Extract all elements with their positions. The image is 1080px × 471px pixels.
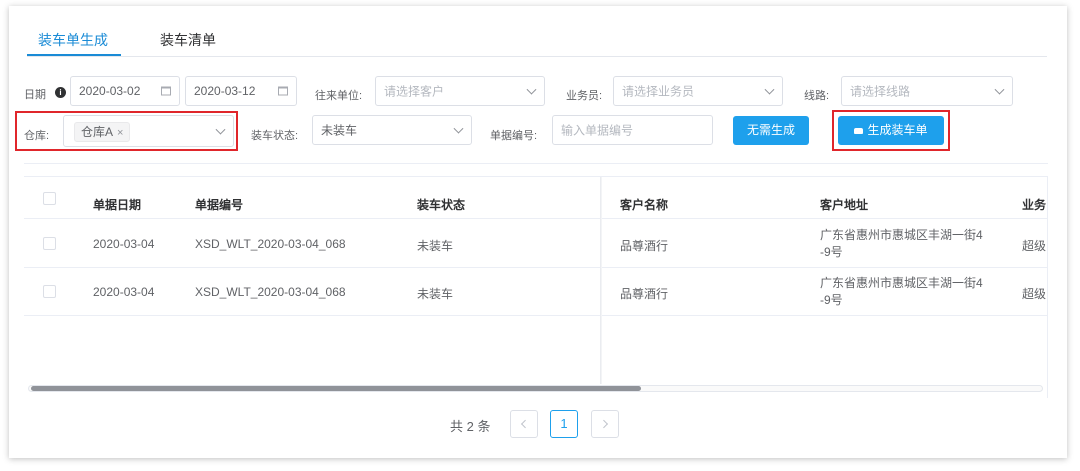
date-end-field[interactable]: 2020-03-12: [185, 76, 297, 106]
chevron-down-icon: [526, 84, 537, 95]
row-divider: [24, 267, 1048, 268]
warehouse-highlight: [15, 111, 238, 151]
select-all-checkbox[interactable]: [43, 192, 56, 205]
calendar-icon: [278, 86, 288, 96]
tab-generate-loading[interactable]: 装车单生成: [38, 30, 108, 50]
page-button-current[interactable]: 1: [550, 410, 578, 438]
row-divider: [24, 315, 1048, 316]
fixed-column-shadow: [600, 177, 602, 384]
chevron-down-icon: [994, 84, 1005, 95]
column-header-customer[interactable]: 客户名称: [620, 196, 668, 213]
cell-doc-no: XSD_WLT_2020-03-04_068: [195, 237, 346, 251]
next-page-button[interactable]: [591, 410, 619, 438]
load-status-select[interactable]: 未装车: [312, 115, 472, 145]
header-row-divider: [24, 218, 1048, 219]
doc-no-label: 单据编号:: [490, 130, 538, 142]
info-icon[interactable]: i: [55, 87, 66, 98]
prev-page-button[interactable]: [510, 410, 538, 438]
column-header-doc-no[interactable]: 单据编号: [195, 196, 243, 213]
route-placeholder: 请选择线路: [850, 84, 911, 99]
salesman-select[interactable]: 请选择业务员: [613, 76, 783, 106]
calendar-icon: [161, 86, 171, 96]
cell-customer: 品尊酒行: [620, 287, 669, 301]
cell-doc-no: XSD_WLT_2020-03-04_068: [195, 285, 346, 299]
load-status-label: 装车状态:: [251, 130, 299, 142]
tab-loading-list[interactable]: 装车清单: [160, 30, 216, 50]
horizontal-scrollbar-thumb[interactable]: [31, 386, 641, 391]
column-header-status[interactable]: 装车状态: [417, 196, 465, 213]
date-start-field[interactable]: 2020-03-02: [70, 76, 180, 106]
load-status-value: 未装车: [321, 123, 358, 138]
date-end-value: 2020-03-12: [194, 84, 256, 98]
partner-select[interactable]: 请选择客户: [375, 76, 545, 106]
date-start-value: 2020-03-02: [79, 84, 141, 98]
chevron-down-icon: [453, 123, 464, 134]
doc-no-input[interactable]: 输入单据编号: [552, 115, 713, 145]
route-label: 线路:: [804, 90, 830, 102]
cell-status: 未装车: [417, 287, 454, 301]
cell-customer: 品尊酒行: [620, 239, 669, 253]
column-header-date[interactable]: 单据日期: [93, 196, 141, 213]
cell-date: 2020-03-04: [93, 285, 155, 299]
column-header-address[interactable]: 客户地址: [820, 196, 868, 213]
cell-salesman: 超级: [1022, 239, 1047, 253]
cell-address-line2: -9号: [820, 293, 843, 307]
filter-divider: [24, 163, 1048, 164]
row-checkbox[interactable]: [43, 285, 56, 298]
salesman-placeholder: 请选择业务员: [622, 84, 695, 99]
column-header-salesman[interactable]: 业务: [1022, 196, 1046, 213]
cell-date: 2020-03-04: [93, 237, 155, 251]
no-generate-button[interactable]: 无需生成: [733, 116, 809, 145]
tab-divider: [27, 56, 1047, 57]
doc-no-placeholder: 输入单据编号: [561, 123, 634, 138]
generate-highlight: [832, 110, 950, 151]
cell-status: 未装车: [417, 239, 454, 253]
route-select[interactable]: 请选择线路: [841, 76, 1013, 106]
partner-placeholder: 请选择客户: [384, 84, 445, 99]
cell-salesman: 超级: [1022, 287, 1047, 301]
date-label: 日期: [24, 89, 46, 101]
cell-address-line1: 广东省惠州市惠城区丰湖一街4: [820, 276, 983, 290]
salesman-label: 业务员:: [566, 90, 603, 102]
cell-address-line1: 广东省惠州市惠城区丰湖一街4: [820, 228, 983, 242]
partner-label: 往来单位:: [315, 90, 363, 102]
chevron-right-icon: [599, 419, 609, 429]
row-checkbox[interactable]: [43, 237, 56, 250]
chevron-left-icon: [520, 419, 530, 429]
pagination-total: 共 2 条: [450, 419, 491, 434]
cell-address-line2: -9号: [820, 245, 843, 259]
chevron-down-icon: [764, 84, 775, 95]
